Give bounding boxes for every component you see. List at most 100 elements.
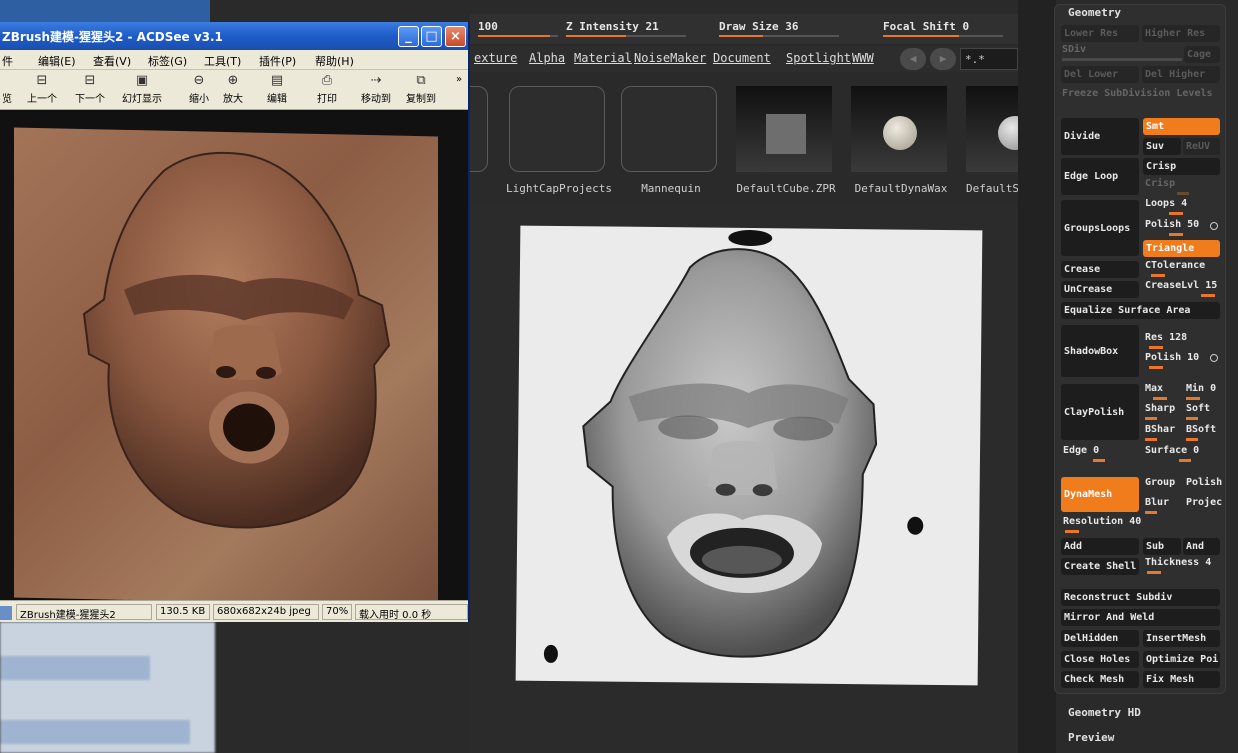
shelf-item-defaultdynawax[interactable]: DefaultDynaWax: [851, 78, 951, 198]
thickness-slider[interactable]: Thickness 4: [1145, 557, 1220, 574]
claypolish-edge-slider[interactable]: Edge 0: [1063, 445, 1138, 462]
dynamesh-project-toggle[interactable]: Projec: [1186, 497, 1222, 514]
insertmesh-button[interactable]: InsertMesh: [1143, 630, 1220, 647]
rgb-intensity-slider[interactable]: 100: [478, 20, 558, 40]
shadowbox-polish-circle-icon[interactable]: [1210, 354, 1218, 362]
geometry-hd-subpalette[interactable]: Geometry HD: [1068, 706, 1141, 719]
focal-shift-slider[interactable]: Focal Shift 0: [883, 20, 1003, 40]
menu-plugins[interactable]: 插件(P): [259, 53, 296, 69]
ctolerance-slider[interactable]: CTolerance: [1145, 260, 1220, 277]
crisp-slider[interactable]: Crisp: [1145, 178, 1220, 195]
copy-to-button[interactable]: ⧉ 复制到: [400, 74, 442, 108]
claypolish-surface-slider[interactable]: Surface 0: [1145, 445, 1220, 462]
suv-toggle[interactable]: Suv: [1143, 138, 1181, 155]
geometry-palette-title[interactable]: Geometry: [1068, 6, 1121, 19]
next-button[interactable]: ⊟ 下一个: [70, 74, 110, 108]
close-button[interactable]: ×: [445, 26, 466, 47]
slideshow-button[interactable]: ▣ 幻灯显示: [116, 74, 168, 108]
dynamesh-add-button[interactable]: Add: [1061, 538, 1139, 555]
edit-button[interactable]: ▤ 编辑: [262, 74, 292, 108]
lightbox-tab-spotlight[interactable]: Spotlight: [786, 51, 851, 65]
reconstruct-subdiv-button[interactable]: Reconstruct Subdiv: [1061, 589, 1220, 606]
lightbox-tab-www[interactable]: WWW: [852, 51, 874, 65]
dynamesh-model-canvas[interactable]: [515, 225, 983, 686]
fix-mesh-button[interactable]: Fix Mesh: [1143, 671, 1220, 688]
claypolish-button[interactable]: ClayPolish: [1061, 384, 1139, 440]
draw-size-slider[interactable]: Draw Size 36: [719, 20, 839, 40]
shelf-item-defaults-partial[interactable]: DefaultS: [966, 78, 1018, 198]
claypolish-max-slider[interactable]: Max: [1145, 383, 1181, 400]
equalize-surface-area-button[interactable]: Equalize Surface Area: [1061, 302, 1220, 319]
sdiv-slider[interactable]: SDiv: [1062, 44, 1182, 61]
higher-res-button[interactable]: Higher Res: [1142, 25, 1220, 42]
zoom-in-button[interactable]: ⊕ 放大: [218, 74, 248, 108]
lower-res-button[interactable]: Lower Res: [1061, 25, 1139, 42]
menu-help[interactable]: 帮助(H): [315, 53, 354, 69]
reuv-button[interactable]: ReUV: [1183, 138, 1220, 155]
lightbox-tab-texture[interactable]: exture: [474, 51, 517, 65]
shelf-item-defaultcube[interactable]: DefaultCube.ZPR: [736, 78, 836, 198]
previous-button[interactable]: ⊟ 上一个: [22, 74, 62, 108]
dynamesh-polish-toggle[interactable]: Polish: [1186, 477, 1222, 494]
lightbox-tab-alpha[interactable]: Alpha: [529, 51, 565, 65]
maximize-button[interactable]: □: [421, 26, 442, 47]
crease-button[interactable]: Crease: [1061, 261, 1139, 278]
dynamesh-sub-button[interactable]: Sub: [1143, 538, 1181, 555]
lightbox-filter-input[interactable]: *.*: [960, 48, 1018, 70]
claypolish-min-slider[interactable]: Min 0: [1186, 383, 1222, 400]
loops-slider[interactable]: Loops 4: [1145, 198, 1220, 215]
zoom-out-button[interactable]: ⊖ 缩小: [184, 74, 214, 108]
claypolish-soft-slider[interactable]: Soft: [1186, 403, 1222, 420]
toolbar-overflow-button[interactable]: »: [452, 74, 466, 108]
crisp-toggle[interactable]: Crisp: [1143, 158, 1220, 175]
smt-toggle[interactable]: Smt: [1143, 118, 1220, 135]
menu-view[interactable]: 查看(V): [93, 53, 131, 69]
z-intensity-slider[interactable]: Z Intensity 21: [566, 20, 686, 40]
browse-button[interactable]: 览: [0, 74, 14, 108]
preview-subpalette[interactable]: Preview: [1068, 731, 1114, 744]
dynamesh-group-toggle[interactable]: Group: [1145, 477, 1183, 494]
shadowbox-res-slider[interactable]: Res 128: [1145, 332, 1220, 349]
freeze-subdivision-button[interactable]: Freeze SubDivision Levels: [1062, 88, 1222, 105]
del-lower-button[interactable]: Del Lower: [1061, 66, 1139, 83]
mirror-and-weld-button[interactable]: Mirror And Weld: [1061, 609, 1220, 626]
dynamesh-blur-slider[interactable]: Blur: [1145, 497, 1183, 514]
minimize-button[interactable]: _: [398, 26, 419, 47]
claypolish-sharp-slider[interactable]: Sharp: [1145, 403, 1183, 420]
dynamesh-resolution-slider[interactable]: Resolution 40: [1063, 516, 1220, 533]
claypolish-bsoft-slider[interactable]: BSoft: [1186, 424, 1222, 441]
print-button[interactable]: ⎙ 打印: [312, 74, 342, 108]
edge-loop-button[interactable]: Edge Loop: [1061, 158, 1139, 195]
shelf-item-mannequin[interactable]: Mannequin: [621, 78, 721, 198]
create-shell-button[interactable]: Create Shell: [1061, 558, 1139, 575]
groups-loops-button[interactable]: GroupsLoops: [1061, 200, 1139, 256]
optimize-points-button[interactable]: Optimize Poi: [1143, 651, 1220, 668]
dynamesh-button[interactable]: DynaMesh: [1061, 477, 1139, 512]
del-higher-button[interactable]: Del Higher: [1142, 66, 1220, 83]
lightbox-next-button[interactable]: ▶: [930, 48, 956, 70]
triangle-toggle[interactable]: Triangle: [1143, 240, 1220, 257]
claypolish-bsharp-slider[interactable]: BShar: [1145, 424, 1183, 441]
lightbox-tab-noisemaker[interactable]: NoiseMaker: [634, 51, 706, 65]
divide-button[interactable]: Divide: [1061, 118, 1139, 155]
cage-button[interactable]: Cage: [1184, 46, 1220, 63]
check-mesh-button[interactable]: Check Mesh: [1061, 671, 1139, 688]
move-to-button[interactable]: ⇢ 移动到: [356, 74, 396, 108]
lightbox-prev-button[interactable]: ◀: [900, 48, 926, 70]
close-holes-button[interactable]: Close Holes: [1061, 651, 1139, 668]
creaselvl-slider[interactable]: CreaseLvl 15: [1145, 280, 1220, 297]
uncrease-button[interactable]: UnCrease: [1061, 281, 1139, 298]
menu-tools[interactable]: 工具(T): [204, 53, 241, 69]
menu-tags[interactable]: 标签(G): [148, 53, 187, 69]
lightbox-tab-material[interactable]: Material: [574, 51, 632, 65]
lightbox-tab-document[interactable]: Document: [713, 51, 771, 65]
delhidden-button[interactable]: DelHidden: [1061, 630, 1139, 647]
menu-file[interactable]: 件: [2, 53, 13, 69]
shadowbox-button[interactable]: ShadowBox: [1061, 325, 1139, 377]
polish-50-slider[interactable]: Polish 50: [1145, 219, 1205, 236]
shelf-item-lightcapprojects[interactable]: LightCapProjects: [506, 78, 612, 198]
polish-circle-toggle-icon[interactable]: [1210, 222, 1218, 230]
shadowbox-polish-slider[interactable]: Polish 10: [1145, 352, 1205, 369]
dynamesh-and-button[interactable]: And: [1183, 538, 1220, 555]
menu-edit[interactable]: 编辑(E): [38, 53, 76, 69]
